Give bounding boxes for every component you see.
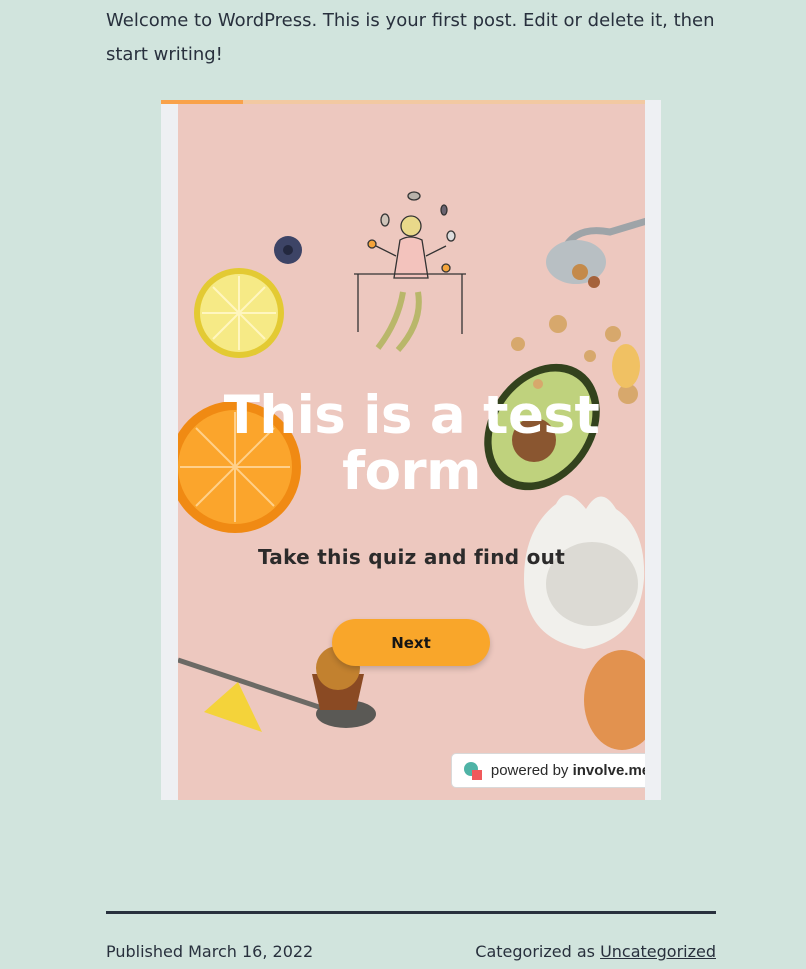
juggler-illustration xyxy=(354,191,466,352)
post-intro-text: Welcome to WordPress. This is your first… xyxy=(106,10,715,65)
egg-image xyxy=(584,650,645,750)
form-title-line-1: This is a test xyxy=(223,385,600,446)
next-button[interactable]: Next xyxy=(332,619,490,666)
form-subtitle: Take this quiz and find out xyxy=(257,545,566,569)
powered-by-badge[interactable]: powered by involve.me xyxy=(451,753,645,788)
published-label: Published xyxy=(106,942,184,961)
category-link[interactable]: Uncategorized xyxy=(600,942,716,961)
embedded-form: This is a test form Take this quiz and f… xyxy=(161,100,661,800)
lemon-slice-image xyxy=(194,268,284,358)
blueberry-image xyxy=(274,236,302,264)
milk-bowl-image xyxy=(524,495,645,649)
post-category: Categorized as Uncategorized xyxy=(475,940,716,964)
form-slide: This is a test form Take this quiz and f… xyxy=(178,104,645,800)
powered-by-text: powered by involve.me xyxy=(490,762,645,779)
involve-me-logo-icon xyxy=(463,761,482,780)
post-published: Published March 16, 2022 xyxy=(106,940,313,964)
cereal-spoon-image xyxy=(546,217,645,288)
post-footer-divider xyxy=(106,911,716,914)
form-title: This is a test form xyxy=(178,388,645,500)
form-title-line-2: form xyxy=(342,441,481,502)
published-date: March 16, 2022 xyxy=(188,942,314,961)
category-label: Categorized as xyxy=(475,942,595,961)
